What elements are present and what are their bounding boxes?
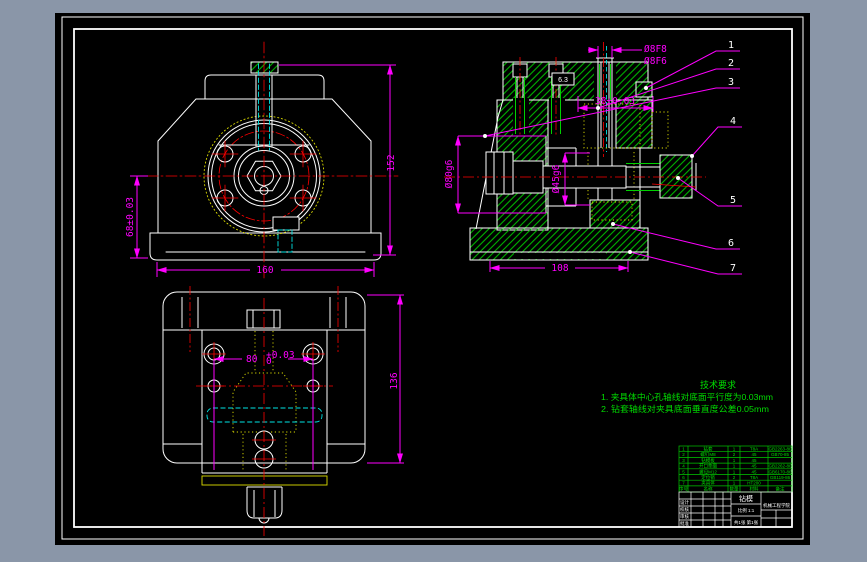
section-view: 6.3 [444,42,706,261]
dim-bushing-fit-bottom: Ø8F6 [644,56,667,67]
bom-header: 序号 名称 数量 材料 备注 [679,485,785,492]
svg-text:GB2262-80: GB2262-80 [768,464,792,469]
tb-sheet: 共1张 第1张 [734,519,759,526]
svg-text:45: 45 [751,464,757,469]
svg-text:45: 45 [751,469,757,474]
tb-checker-label: 校核 [680,506,689,513]
svg-text:1: 1 [733,458,736,463]
dim-bore-dia: Ø45g6 [551,164,562,193]
svg-text:数量: 数量 [730,485,739,492]
svg-text:T8A: T8A [750,475,758,480]
svg-text:备注: 备注 [776,485,785,492]
tb-scale: 比例 1:1 [738,507,755,514]
svg-text:3: 3 [682,458,685,463]
svg-text:名称: 名称 [704,485,713,492]
parts-list: 1 钻套 1 T8A GB2263-80 2 螺钉M8 2 45 GB70-85 3 钻模… [678,446,793,492]
dim-80-tol-lower: 0 [266,356,272,367]
drawing-svg: 152 68±0.03 160 80 +0.03 0 136 6.3 Ø8F8 … [61,16,804,540]
svg-text:6: 6 [682,475,685,480]
balloon-1: 1 [728,40,734,51]
svg-text:GB6170-86: GB6170-86 [768,469,792,474]
dim-bushing-fit-top: Ø8F8 [644,44,667,55]
dim-height-152: 152 [386,154,397,171]
svg-text:1: 1 [733,447,736,452]
svg-text:2: 2 [733,475,736,480]
balloon-2: 2 [728,58,734,69]
balloon-4: 4 [730,116,736,127]
front-view [146,41,399,279]
balloon-5: 5 [730,195,736,206]
bottom-view [162,286,366,536]
tb-designer-label: 设计 [680,499,689,506]
svg-text:1: 1 [733,464,736,469]
dim-width-160: 160 [256,265,273,276]
title-block: 设计 校核 审核 批准 钻模 比例 1:1 共1张 第1张 机械工程学院 [678,491,793,528]
svg-text:45: 45 [751,458,757,463]
svg-text:1: 1 [733,469,736,474]
svg-text:5: 5 [682,469,685,474]
tech-requirements: 技术要求 1. 夹具体中心孔轴线对底面平行度为0.03mm 2. 钻套轴线对夹具… [601,379,773,414]
cad-screenshot: 152 68±0.03 160 80 +0.03 0 136 6.3 Ø8F8 … [0,0,867,562]
dim-68: 68±0.03 [125,197,136,237]
dim-height-136: 136 [389,372,400,389]
svg-text:2: 2 [682,452,685,457]
svg-text:T8A: T8A [750,447,758,452]
bottom-view-dims [213,294,404,470]
dim-base-width: 108 [551,263,568,274]
svg-text:1: 1 [733,481,736,486]
svg-text:4: 4 [682,464,685,469]
svg-text:2: 2 [733,452,736,457]
svg-text:1: 1 [682,447,685,452]
tech-req-line1: 1. 夹具体中心孔轴线对底面平行度为0.03mm [601,392,773,402]
svg-text:GB70-85: GB70-85 [771,452,790,457]
svg-text:GB119-86: GB119-86 [770,475,791,480]
tech-req-line2: 2. 钻套轴线对夹具底面垂直度公差0.05mm [601,404,769,414]
svg-text:45: 45 [751,452,757,457]
dim-boss-dia: Ø80g6 [444,159,455,188]
svg-text:GB2263-80: GB2263-80 [768,447,792,452]
front-view-dims [130,64,396,277]
tech-req-title: 技术要求 [700,379,736,390]
svg-text:HT200: HT200 [747,481,761,486]
balloon-7: 7 [730,263,736,274]
tb-auditor-label: 审核 [680,513,689,520]
plug-hatched [250,61,279,74]
svg-text:序号: 序号 [679,485,688,492]
tb-drawing-title: 钻模 [739,494,753,503]
surface-finish-label: 6.3 [558,77,568,84]
svg-text:材料: 材料 [750,485,759,492]
dim-hole-spacing-80: 80 [246,354,258,365]
sheet-frame [61,16,804,540]
tb-organization: 机械工程学院 [763,502,790,509]
tb-approver-label: 批准 [680,520,689,527]
balloon-6: 6 [728,238,734,249]
balloon-3: 3 [728,77,734,88]
svg-text:7: 7 [682,481,685,486]
